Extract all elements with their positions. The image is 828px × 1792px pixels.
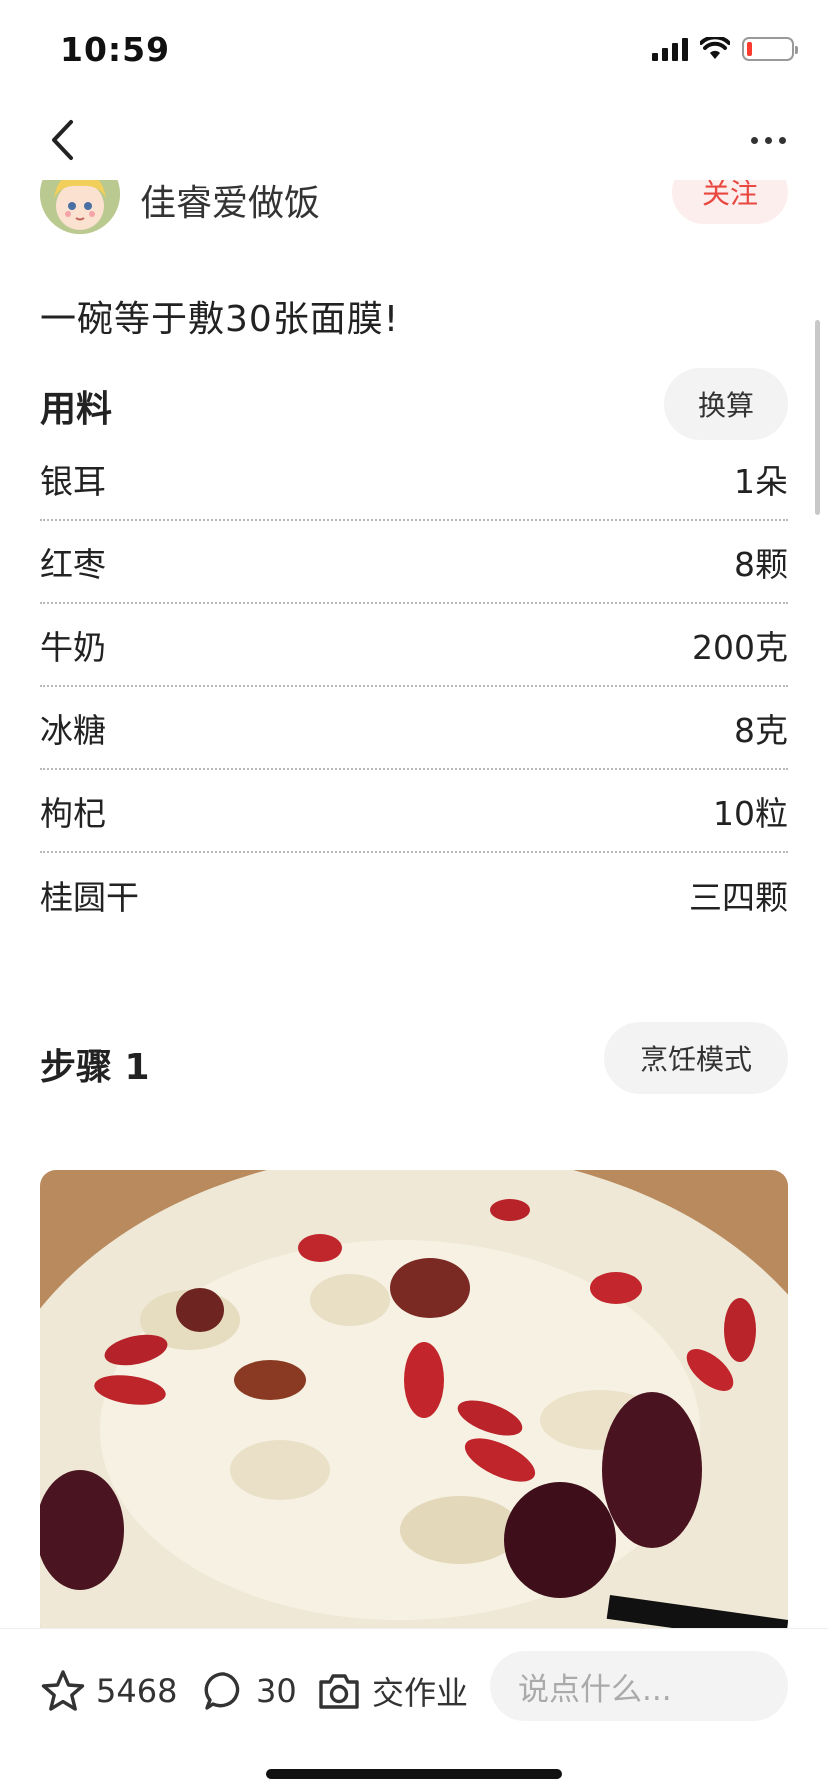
more-button[interactable] [738, 118, 798, 162]
wifi-icon [700, 37, 730, 59]
cellular-signal-icon [652, 37, 688, 61]
recipe-description: 一碗等于敷30张面膜! [40, 299, 400, 340]
back-button[interactable] [40, 114, 84, 166]
status-time: 10:59 [60, 30, 171, 69]
ingredient-amount: 10粒 [713, 793, 788, 833]
star-icon [41, 1670, 85, 1711]
favorites-count: 5468 [96, 1672, 178, 1710]
avatar-image [40, 180, 120, 234]
ingredient-row: 牛奶 200克 [40, 604, 788, 687]
recipe-content[interactable]: 佳睿爱做饭 关注 一碗等于敷30张面膜! 用料 换算 银耳 1朵 红枣 8颗 牛… [0, 180, 828, 1630]
more-dot [764, 136, 772, 144]
home-indicator[interactable] [266, 1769, 562, 1779]
ingredient-row: 冰糖 8克 [40, 687, 788, 770]
ingredient-amount: 1朵 [734, 461, 788, 501]
camera-icon [319, 1674, 359, 1709]
bottom-action-bar: 5468 30 交作业 说点什么... [0, 1628, 828, 1792]
homework-button[interactable]: 交作业 [316, 1659, 468, 1723]
ingredient-name: 银耳 [40, 461, 106, 501]
chevron-left-icon [52, 120, 73, 160]
ingredient-name: 红枣 [40, 544, 106, 584]
ingredient-name: 冰糖 [40, 710, 106, 750]
more-dot [750, 136, 758, 144]
comments-count: 30 [256, 1672, 297, 1710]
favorite-button[interactable]: 5468 [40, 1659, 177, 1723]
ingredient-row: 枸杞 10粒 [40, 770, 788, 853]
ingredient-name: 牛奶 [40, 627, 106, 667]
more-dot [778, 136, 786, 144]
avatar[interactable] [40, 180, 120, 234]
cooking-mode-button[interactable]: 烹饪模式 [604, 1022, 788, 1094]
ingredient-name: 枸杞 [40, 793, 106, 833]
ingredient-list: 银耳 1朵 红枣 8颗 牛奶 200克 冰糖 8克 枸杞 10粒 桂圆干 三四颗 [40, 438, 788, 936]
ingredient-name: 桂圆干 [40, 877, 139, 917]
battery-icon [742, 37, 798, 61]
status-icons [652, 34, 798, 64]
comment-button[interactable]: 30 [202, 1659, 297, 1723]
comment-input[interactable]: 说点什么... [490, 1651, 788, 1721]
ingredient-amount: 8颗 [734, 544, 788, 584]
author-name[interactable]: 佳睿爱做饭 [140, 180, 320, 226]
comment-icon [204, 1672, 240, 1710]
nav-bar [0, 100, 828, 180]
ingredient-amount: 200克 [692, 627, 788, 667]
ingredient-row: 银耳 1朵 [40, 438, 788, 521]
follow-button[interactable]: 关注 [672, 180, 788, 224]
status-bar: 10:59 [0, 0, 828, 100]
step-photo[interactable] [40, 1170, 788, 1630]
ingredient-row: 桂圆干 三四颗 [40, 853, 788, 936]
author-row: 佳睿爱做饭 关注 [40, 180, 788, 254]
step-title: 步骤 1 [40, 1047, 150, 1088]
ingredient-row: 红枣 8颗 [40, 521, 788, 604]
homework-label: 交作业 [372, 1674, 469, 1712]
ingredient-amount: 三四颗 [689, 877, 788, 917]
ingredients-title: 用料 [40, 389, 113, 430]
ingredient-amount: 8克 [734, 710, 788, 750]
convert-button[interactable]: 换算 [664, 368, 788, 440]
step-photo-image [40, 1170, 788, 1630]
scroll-indicator[interactable] [815, 320, 820, 515]
